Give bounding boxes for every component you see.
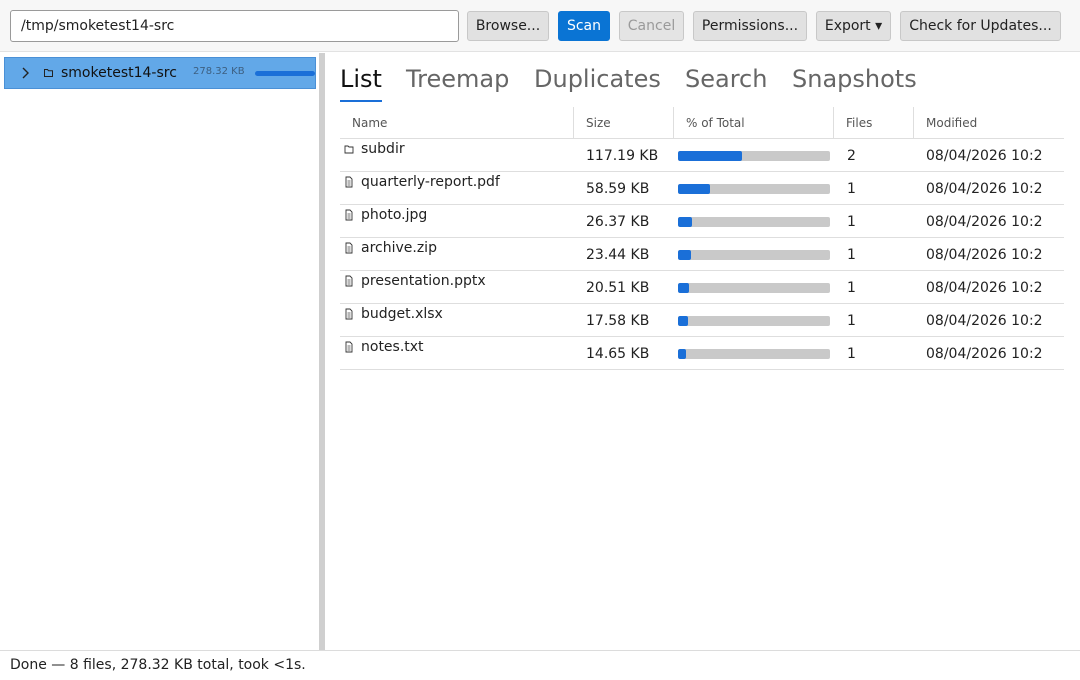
row-size: 23.44 KB [586,247,650,263]
column-header-files[interactable]: Files [833,107,913,139]
column-header-size[interactable]: Size [573,107,673,139]
browse-button[interactable]: Browse... [467,11,549,41]
permissions-button[interactable]: Permissions... [693,11,807,41]
tab-search[interactable]: Search [685,65,767,93]
file-icon [345,209,353,221]
export-button[interactable]: Export ▾ [816,11,891,41]
row-percent-bar-fill [678,151,742,161]
table-row[interactable]: budget.xlsx 17.58 KB 1 08/04/2026 10:2 [340,304,1064,337]
row-modified: 08/04/2026 10:2 [926,313,1043,329]
table-row[interactable]: archive.zip 23.44 KB 1 08/04/2026 10:2 [340,238,1064,271]
status-bar: Done — 8 files, 278.32 KB total, took <1… [0,650,1080,680]
folder-icon [44,69,53,77]
column-header-percent[interactable]: % of Total [673,107,833,139]
table-row[interactable]: subdir 117.19 KB 2 08/04/2026 10:2 [340,139,1064,172]
folder-icon [344,145,354,154]
column-header-name[interactable]: Name [340,107,573,139]
row-files: 2 [847,148,856,164]
table-row[interactable]: photo.jpg 26.37 KB 1 08/04/2026 10:2 [340,205,1064,238]
table-row[interactable]: notes.txt 14.65 KB 1 08/04/2026 10:2 [340,337,1064,370]
content-panel: List Treemap Duplicates Search Snapshots… [325,53,1080,650]
scan-button[interactable]: Scan [558,11,610,41]
tree-item-label: smoketest14-src [61,65,177,81]
chevron-right-icon[interactable] [18,66,32,80]
row-size: 26.37 KB [586,214,650,230]
tree-item-size: 278.32 KB [193,66,245,77]
file-icon [345,308,353,320]
row-modified: 08/04/2026 10:2 [926,214,1043,230]
row-size: 58.59 KB [586,181,650,197]
table-row[interactable]: quarterly-report.pdf 58.59 KB 1 08/04/2026 … [340,172,1064,205]
tab-treemap[interactable]: Treemap [406,65,509,93]
row-size: 117.19 KB [586,148,659,164]
row-percent-bar [678,151,830,161]
toolbar: Browse... Scan Cancel Permissions... Exp… [0,0,1080,52]
row-name: presentation.pptx [361,273,486,289]
file-icon [345,176,353,188]
file-icon [345,275,353,287]
row-percent-bar-fill [678,283,690,293]
row-files: 1 [847,313,856,329]
row-files: 1 [847,214,856,230]
row-modified: 08/04/2026 10:2 [926,148,1043,164]
row-name: archive.zip [361,240,437,256]
row-percent-bar [678,250,830,260]
row-files: 1 [847,280,856,296]
row-size: 17.58 KB [586,313,650,329]
row-files: 1 [847,247,856,263]
path-input[interactable] [10,10,459,42]
row-size: 20.51 KB [586,280,650,296]
tab-duplicates[interactable]: Duplicates [534,65,661,93]
row-name: quarterly-report.pdf [361,174,500,190]
row-name: subdir [361,141,405,157]
row-modified: 08/04/2026 10:2 [926,181,1043,197]
folder-tree-panel: smoketest14-src 278.32 KB [0,53,319,650]
table-header: Name Size % of Total Files Modified [340,107,1064,139]
status-text: Done — 8 files, 278.32 KB total, took <1… [10,657,306,673]
file-table: Name Size % of Total Files Modified subd… [340,107,1064,370]
row-percent-bar-fill [678,217,693,227]
row-percent-bar-fill [678,349,687,359]
tab-snapshots[interactable]: Snapshots [792,65,917,93]
row-files: 1 [847,346,856,362]
row-modified: 08/04/2026 10:2 [926,346,1043,362]
row-percent-bar [678,184,830,194]
row-name: budget.xlsx [361,306,443,322]
row-percent-bar-fill [678,316,688,326]
row-size: 14.65 KB [586,346,650,362]
column-header-modified[interactable]: Modified [913,107,1064,139]
tab-list[interactable]: List [340,65,382,93]
row-percent-bar-fill [678,250,691,260]
table-row[interactable]: presentation.pptx 20.51 KB 1 08/04/2026 10:… [340,271,1064,304]
active-tab-indicator [340,100,382,102]
tree-item-size-bar [255,71,315,76]
row-files: 1 [847,181,856,197]
row-name: photo.jpg [361,207,428,223]
row-percent-bar-fill [678,184,711,194]
row-name: notes.txt [361,339,424,355]
check-updates-button[interactable]: Check for Updates... [900,11,1061,41]
cancel-button[interactable]: Cancel [619,11,684,41]
file-icon [345,341,353,353]
row-modified: 08/04/2026 10:2 [926,280,1043,296]
tree-item-root[interactable]: smoketest14-src 278.32 KB [4,57,316,89]
file-icon [345,242,353,254]
row-percent-bar [678,217,830,227]
row-percent-bar [678,283,830,293]
row-percent-bar [678,349,830,359]
table-body: subdir 117.19 KB 2 08/04/2026 10:2 quarterly… [340,139,1064,370]
row-modified: 08/04/2026 10:2 [926,247,1043,263]
row-percent-bar [678,316,830,326]
